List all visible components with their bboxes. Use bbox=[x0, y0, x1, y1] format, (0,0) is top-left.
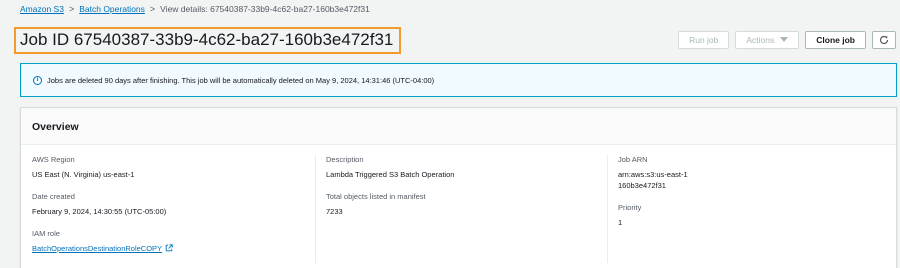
iam-role-label: IAM role bbox=[32, 229, 60, 238]
overview-column-2: Description Lambda Triggered S3 Batch Op… bbox=[315, 155, 595, 263]
caret-down-icon bbox=[780, 37, 789, 42]
actions-dropdown[interactable]: Actions bbox=[735, 31, 800, 49]
alert-message: Jobs are deleted 90 days after finishing… bbox=[47, 75, 435, 85]
priority-label: Priority bbox=[618, 203, 642, 212]
description-label: Description bbox=[326, 155, 364, 164]
total-objects-label: Total objects listed in manifest bbox=[326, 192, 426, 201]
refresh-button[interactable] bbox=[872, 31, 896, 49]
refresh-icon bbox=[879, 35, 889, 45]
run-job-button[interactable]: Run job bbox=[678, 31, 730, 49]
header-actions: Run job Actions Clone job bbox=[678, 31, 896, 49]
aws-region-value: US East (N. Virginia) us-east-1 bbox=[32, 170, 135, 179]
chevron-right-icon: > bbox=[149, 4, 156, 14]
job-arn-label: Job ARN bbox=[618, 155, 648, 164]
page-title: Job ID 67540387-33b9-4c62-ba27-160b3e472… bbox=[14, 27, 402, 54]
overview-column-3: Job ARN arn:aws:s3:us-east-1 160b3e472f3… bbox=[607, 155, 897, 263]
breadcrumb: Amazon S3 > Batch Operations > View deta… bbox=[20, 4, 370, 14]
overview-panel: Overview AWS Region US East (N. Virginia… bbox=[20, 107, 897, 268]
overview-column-1: AWS Region US East (N. Virginia) us-east… bbox=[32, 155, 312, 266]
breadcrumb-link-batch-operations[interactable]: Batch Operations bbox=[79, 4, 145, 14]
date-created-label: Date created bbox=[32, 192, 75, 201]
priority-value: 1 bbox=[618, 218, 623, 227]
total-objects-value: 7233 bbox=[326, 207, 343, 216]
breadcrumb-link-s3[interactable]: Amazon S3 bbox=[20, 4, 64, 14]
info-icon: i bbox=[33, 75, 42, 85]
date-created-value: February 9, 2024, 14:30:55 (UTC-05:00) bbox=[32, 207, 167, 216]
overview-title: Overview bbox=[21, 108, 896, 145]
actions-label: Actions bbox=[746, 35, 775, 45]
chevron-right-icon: > bbox=[68, 4, 75, 14]
job-arn-line2: 160b3e472f31 bbox=[618, 181, 666, 190]
breadcrumb-current: View details: 67540387-33b9-4c62-ba27-16… bbox=[160, 4, 370, 14]
aws-region-label: AWS Region bbox=[32, 155, 75, 164]
external-link-icon[interactable] bbox=[165, 244, 173, 252]
info-alert: i Jobs are deleted 90 days after finishi… bbox=[20, 63, 897, 97]
clone-job-button[interactable]: Clone job bbox=[805, 31, 866, 49]
iam-role-link[interactable]: BatchOperationsDestinationRoleCOPY bbox=[32, 244, 162, 253]
description-value: Lambda Triggered S3 Batch Operation bbox=[326, 170, 455, 179]
job-arn-line1: arn:aws:s3:us-east-1 bbox=[618, 170, 688, 179]
